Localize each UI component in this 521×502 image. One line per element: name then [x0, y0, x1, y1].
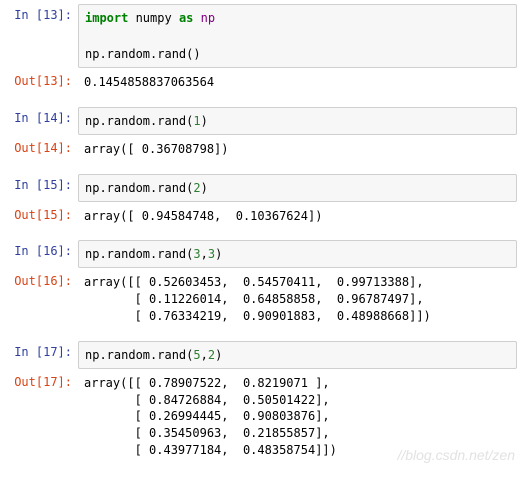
num-literal: 2: [208, 348, 215, 362]
prompt-in-15: In [15]:: [4, 174, 78, 196]
code-16[interactable]: np.random.rand(3,3): [78, 240, 517, 268]
cell-in-13: In [13]: import numpy as np np.random.ra…: [4, 4, 517, 68]
code-text: ): [215, 247, 222, 261]
cell-out-13: Out[13]: 0.1454858837063564: [4, 70, 517, 95]
code-text: numpy: [128, 11, 179, 25]
code-text: np.random.rand(): [85, 47, 201, 61]
cell-in-14: In [14]: np.random.rand(1): [4, 107, 517, 135]
code-text: np.random.rand(: [85, 247, 193, 261]
code-text: ): [201, 181, 208, 195]
cell-out-14: Out[14]: array([ 0.36708798]): [4, 137, 517, 162]
num-literal: 3: [193, 247, 200, 261]
code-17[interactable]: np.random.rand(5,2): [78, 341, 517, 369]
prompt-in-14: In [14]:: [4, 107, 78, 129]
num-literal: 2: [193, 181, 200, 195]
output-15: array([ 0.94584748, 0.10367624]): [78, 204, 517, 229]
prompt-out-16: Out[16]:: [4, 270, 78, 292]
cell-out-16: Out[16]: array([[ 0.52603453, 0.54570411…: [4, 270, 517, 328]
alias-np: np: [193, 11, 215, 25]
kw-as: as: [179, 11, 193, 25]
prompt-out-15: Out[15]:: [4, 204, 78, 226]
code-text: ): [215, 348, 222, 362]
output-16: array([[ 0.52603453, 0.54570411, 0.99713…: [78, 270, 517, 328]
cell-out-17: Out[17]: array([[ 0.78907522, 0.8219071 …: [4, 371, 517, 463]
code-15[interactable]: np.random.rand(2): [78, 174, 517, 202]
output-17: array([[ 0.78907522, 0.8219071 ], [ 0.84…: [78, 371, 517, 463]
code-text: np.random.rand(: [85, 348, 193, 362]
num-literal: 5: [193, 348, 200, 362]
cell-in-16: In [16]: np.random.rand(3,3): [4, 240, 517, 268]
code-13[interactable]: import numpy as np np.random.rand(): [78, 4, 517, 68]
cell-in-17: In [17]: np.random.rand(5,2): [4, 341, 517, 369]
output-14: array([ 0.36708798]): [78, 137, 517, 162]
code-text: np.random.rand(: [85, 181, 193, 195]
prompt-out-17: Out[17]:: [4, 371, 78, 393]
cell-in-15: In [15]: np.random.rand(2): [4, 174, 517, 202]
kw-import: import: [85, 11, 128, 25]
prompt-in-13: In [13]:: [4, 4, 78, 26]
prompt-in-17: In [17]:: [4, 341, 78, 363]
code-14[interactable]: np.random.rand(1): [78, 107, 517, 135]
prompt-out-14: Out[14]:: [4, 137, 78, 159]
prompt-out-13: Out[13]:: [4, 70, 78, 92]
output-13: 0.1454858837063564: [78, 70, 517, 95]
num-literal: 1: [193, 114, 200, 128]
num-literal: 3: [208, 247, 215, 261]
code-text: ,: [201, 348, 208, 362]
code-text: ): [201, 114, 208, 128]
cell-out-15: Out[15]: array([ 0.94584748, 0.10367624]…: [4, 204, 517, 229]
code-text: np.random.rand(: [85, 114, 193, 128]
prompt-in-16: In [16]:: [4, 240, 78, 262]
code-text: ,: [201, 247, 208, 261]
